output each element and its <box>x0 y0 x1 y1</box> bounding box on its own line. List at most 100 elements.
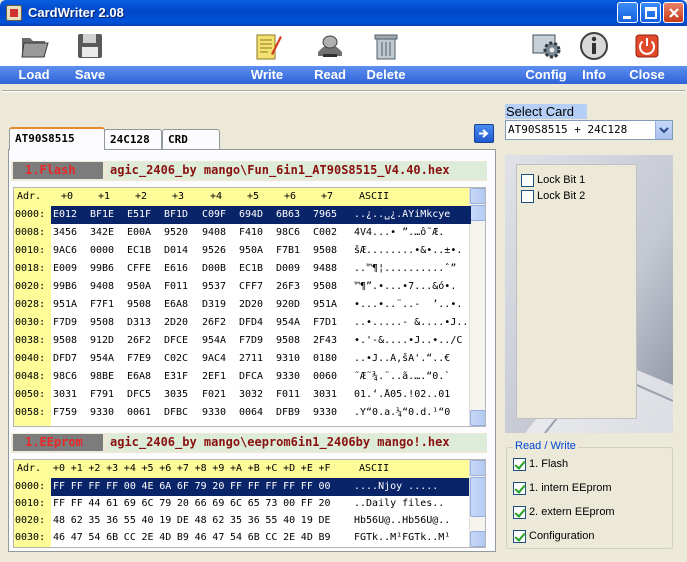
hex-cell[interactable]: 2EF1 <box>202 371 226 382</box>
hex-cell[interactable]: 26F3 <box>276 281 300 292</box>
intern-eeprom-checkbox[interactable] <box>513 482 526 495</box>
hex-cell[interactable]: 0064 <box>239 407 263 418</box>
scroll-down-button[interactable] <box>470 410 485 426</box>
hex-cell[interactable]: F7D9 <box>239 335 263 346</box>
hex-cell[interactable]: 9508 <box>90 317 114 328</box>
hex-cell[interactable]: C002 <box>313 227 337 238</box>
hex-cell[interactable]: F7B1 <box>276 245 300 256</box>
next-arrow-button[interactable] <box>474 124 494 143</box>
hex-cell[interactable]: 35 <box>88 515 100 526</box>
hex-cell[interactable]: 951A <box>313 299 337 310</box>
scroll-up-button[interactable] <box>470 188 485 204</box>
title-bar[interactable]: CardWriter 2.08 <box>0 0 687 26</box>
hex-cell[interactable]: 6A <box>159 481 171 492</box>
hex-cell[interactable]: FF <box>88 481 100 492</box>
hex-cell[interactable]: 3035 <box>164 389 188 400</box>
hex-cell[interactable]: 9330 <box>90 407 114 418</box>
hex-cell[interactable]: 36 <box>248 515 260 526</box>
hex-cell[interactable]: DFBC <box>164 407 188 418</box>
hex-cell[interactable]: 99B6 <box>53 281 77 292</box>
hex-cell[interactable]: 2E <box>142 532 154 543</box>
hex-cell[interactable]: EC1B <box>127 245 151 256</box>
flash-hex-grid[interactable]: Adr. +0 +1 +2 +3 +4 +5 +6 +7 ASCII 0000: E012 BF1E E… <box>13 187 486 427</box>
hex-cell[interactable]: 6B <box>106 532 118 543</box>
hex-cell[interactable]: DFB9 <box>276 407 300 418</box>
hex-cell[interactable]: F7D1 <box>313 317 337 328</box>
table-row[interactable]: 0038: 9508 912D 26F2 DFCE 954A F7D9 9508 2F43 •.'… <box>14 332 471 350</box>
hex-cell[interactable]: 98C6 <box>53 371 77 382</box>
hex-cell[interactable]: 9AC4 <box>202 353 226 364</box>
hex-cell[interactable]: E616 <box>164 263 188 274</box>
extern-eeprom-checkbox[interactable] <box>513 506 526 519</box>
hex-cell[interactable]: D313 <box>127 317 151 328</box>
hex-cell[interactable]: 65 <box>248 498 260 509</box>
hex-cell[interactable]: 9488 <box>313 263 337 274</box>
hex-cell[interactable]: 19 <box>301 515 313 526</box>
table-row[interactable]: 0040: DFD7 954A F7E9 C02C 9AC4 2711 9310 0180 ..•… <box>14 350 471 368</box>
hex-cell[interactable]: 9508 <box>53 335 77 346</box>
hex-cell[interactable]: E012 <box>53 209 77 220</box>
table-row[interactable]: 0000: FF FF FF FF 00 4E 6A 6F 79 20 FF FF FF FF FF 00...… <box>14 478 471 496</box>
hex-cell[interactable]: FF <box>283 481 295 492</box>
table-row[interactable]: 0020: 48 62 35 36 55 40 19 DE 48 62 35 36 55 40 19 DE Hb5… <box>14 512 471 530</box>
minimize-button[interactable] <box>617 2 638 23</box>
hex-cell[interactable]: 48 <box>53 515 65 526</box>
hex-cell[interactable]: DE <box>177 515 189 526</box>
hex-cell[interactable]: 0061 <box>127 407 151 418</box>
hex-cell[interactable]: 61 <box>106 498 118 509</box>
config-button[interactable]: Config <box>522 26 570 84</box>
ascii-cell[interactable]: ..¿..␣¿.ÀŸiMkcye <box>354 209 470 220</box>
table-row[interactable]: 0028: 951A F7F1 9508 E6A8 D319 2D20 920D 951A •..… <box>14 296 471 314</box>
hex-cell[interactable]: FF <box>301 498 313 509</box>
hex-cell[interactable]: CFF7 <box>239 281 263 292</box>
hex-cell[interactable]: E6A8 <box>164 299 188 310</box>
lock-bit-1-checkbox[interactable] <box>521 174 534 187</box>
hex-cell[interactable]: F791 <box>90 389 114 400</box>
hex-cell[interactable]: 694D <box>239 209 263 220</box>
ascii-cell[interactable]: .Y“0.a.¼“0.d.¹“0 <box>354 407 470 418</box>
table-row[interactable]: 0000: E012 BF1E E51F BF1D C09F 694D 6B63 7965 ..¿… <box>14 206 471 224</box>
hex-cell[interactable]: E51F <box>127 209 151 220</box>
load-button[interactable]: Load <box>10 26 58 84</box>
hex-cell[interactable]: 54 <box>88 532 100 543</box>
hex-cell[interactable]: D319 <box>202 299 226 310</box>
ascii-cell[interactable]: šÆ........•&•..±•. <box>354 245 470 256</box>
hex-cell[interactable]: 0180 <box>313 353 337 364</box>
hex-cell[interactable]: 954A <box>276 317 300 328</box>
hex-cell[interactable]: E31F <box>164 371 188 382</box>
hex-cell[interactable]: 62 <box>212 515 224 526</box>
info-button[interactable]: Info <box>576 26 612 84</box>
ascii-cell[interactable]: ....Njoy ..... <box>354 481 470 492</box>
hex-cell[interactable]: CC <box>265 532 277 543</box>
hex-cell[interactable]: DFCE <box>164 335 188 346</box>
hex-cell[interactable]: DFD7 <box>53 353 77 364</box>
hex-cell[interactable]: 99B6 <box>90 263 114 274</box>
ascii-cell[interactable]: 01.‘.Å05.!02..01 <box>354 389 470 400</box>
flash-scrollbar[interactable] <box>469 188 485 426</box>
hex-cell[interactable]: FF <box>53 498 65 509</box>
hex-cell[interactable]: 3032 <box>239 389 263 400</box>
eeprom-hex-grid[interactable]: Adr. +0 +1 +2 +3 +4 +5 +6 +7 +8 +9 +A +B +C +D +E +F ASCI… <box>13 459 486 548</box>
tab-24c128[interactable]: 24C128 <box>104 129 162 149</box>
hex-cell[interactable]: 2711 <box>239 353 263 364</box>
hex-cell[interactable]: 4D <box>159 532 171 543</box>
hex-cell[interactable]: 9508 <box>127 299 151 310</box>
hex-cell[interactable]: FF <box>301 481 313 492</box>
hex-cell[interactable]: 4D <box>301 532 313 543</box>
hex-cell[interactable]: F7F1 <box>90 299 114 310</box>
hex-cell[interactable]: 36 <box>106 515 118 526</box>
tab-at90s8515[interactable]: AT90S8515 <box>9 127 105 150</box>
select-card-dropdown[interactable]: AT90S8515 + 24C128 <box>505 120 673 140</box>
hex-cell[interactable]: DFCA <box>239 371 263 382</box>
hex-cell[interactable]: 912D <box>90 335 114 346</box>
table-row[interactable]: 0030: F7D9 9508 D313 2D20 26F2 DFD4 954A F7D1 ..•… <box>14 314 471 332</box>
hex-cell[interactable]: 35 <box>230 515 242 526</box>
table-row[interactable]: 0058: F759 9330 0061 DFBC 9330 0064 DFB9 9330 .Y“… <box>14 404 471 422</box>
hex-cell[interactable]: 26F2 <box>127 335 151 346</box>
hex-cell[interactable]: 9526 <box>202 245 226 256</box>
hex-cell[interactable]: 46 <box>195 532 207 543</box>
hex-cell[interactable]: DE <box>319 515 331 526</box>
ascii-cell[interactable]: ˜Æ˜¾.¨..ã.….“0.` <box>354 371 470 382</box>
hex-cell[interactable]: 00 <box>319 481 331 492</box>
close-button[interactable]: Close <box>624 26 670 84</box>
